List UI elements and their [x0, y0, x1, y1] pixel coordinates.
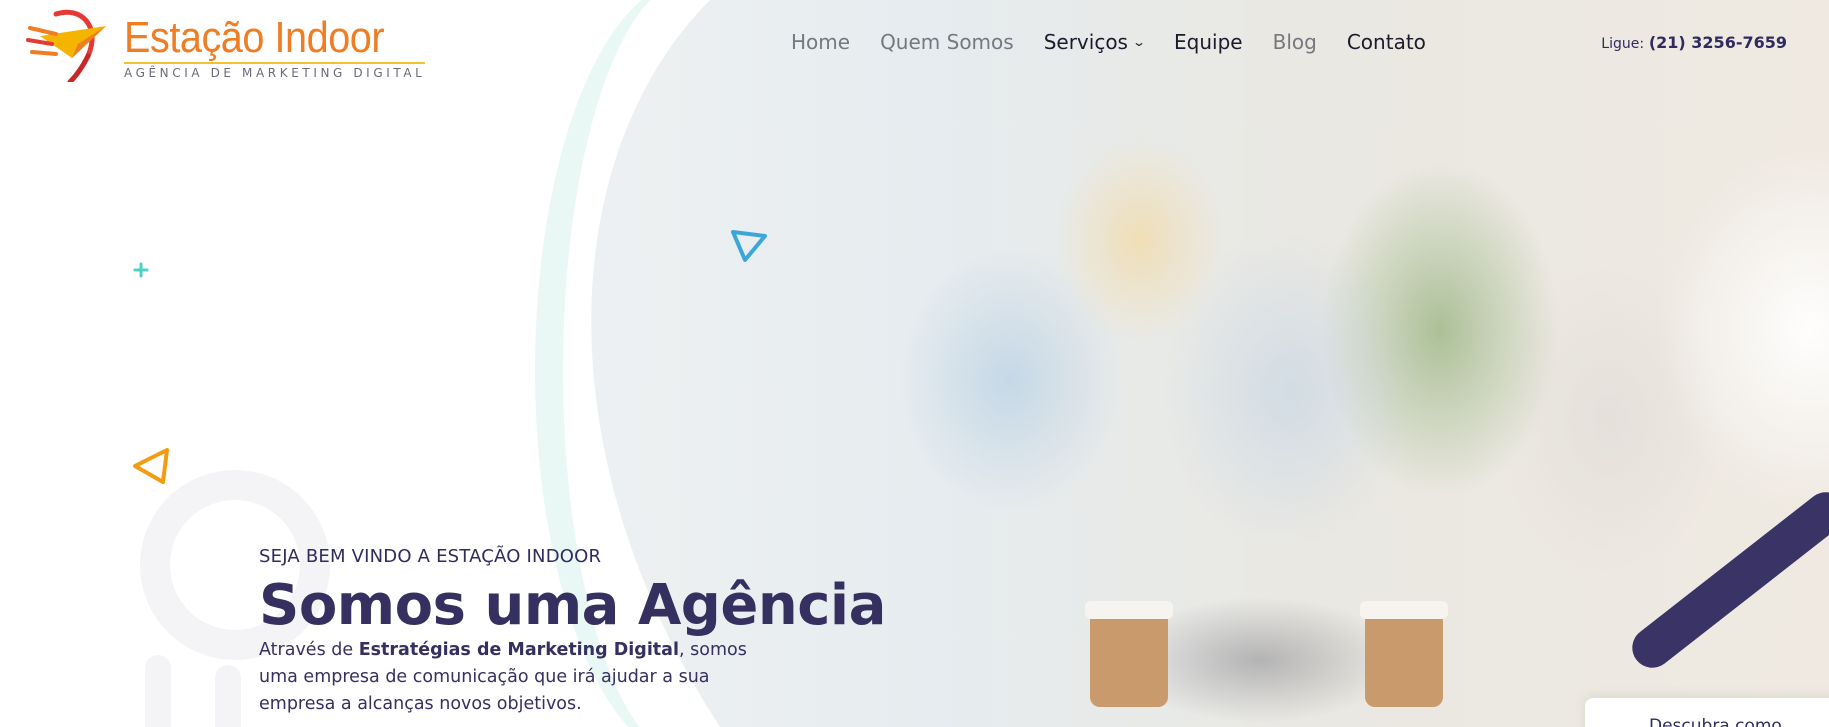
- nav-servicos-label: Serviços: [1043, 30, 1128, 54]
- hero-headline: Somos uma Agência: [259, 573, 886, 638]
- brand-name: Estação Indoor: [124, 13, 385, 62]
- nav-quem-somos[interactable]: Quem Somos: [880, 30, 1014, 54]
- phone-number: (21) 3256-7659: [1648, 33, 1787, 52]
- plus-decoration-icon: [133, 262, 149, 278]
- brand-logo[interactable]: Estação Indoor AGÊNCIA DE MARKETING DIGI…: [26, 6, 426, 82]
- hero-desc-prefix: Através de: [259, 640, 359, 660]
- chevron-down-icon: ⌄: [1131, 35, 1147, 49]
- hero-desc-bold: Estratégias de Marketing Digital: [358, 640, 679, 660]
- nav-home[interactable]: Home: [791, 30, 850, 54]
- hero-eyebrow: SEJA BEM VINDO A ESTAÇÃO INDOOR: [259, 546, 602, 567]
- main-nav: Home Quem Somos Serviços ⌄ Equipe Blog C…: [791, 30, 1456, 54]
- phone-contact[interactable]: Ligue: (21) 3256-7659: [1601, 33, 1787, 52]
- hero-description: Através de Estratégias de Marketing Digi…: [259, 637, 779, 718]
- nav-blog[interactable]: Blog: [1273, 30, 1317, 54]
- triangle-decoration-icon: [731, 230, 767, 262]
- coffee-cup-image: [1085, 601, 1173, 707]
- decorative-ghost-bar: [145, 655, 171, 727]
- paper-plane-logo-icon: [26, 9, 106, 82]
- brand-tagline: AGÊNCIA DE MARKETING DIGITAL: [124, 62, 426, 80]
- discover-card-label: Descubra como: [1649, 716, 1782, 727]
- decorative-ghost-bar: [215, 665, 241, 727]
- phone-label: Ligue:: [1601, 36, 1645, 52]
- nav-contato[interactable]: Contato: [1347, 30, 1426, 54]
- nav-servicos[interactable]: Serviços ⌄: [1043, 30, 1147, 54]
- nav-equipe[interactable]: Equipe: [1174, 30, 1243, 54]
- site-header: Estação Indoor AGÊNCIA DE MARKETING DIGI…: [0, 0, 1829, 90]
- hero-content: SEJA BEM VINDO A ESTAÇÃO INDOOR Somos um…: [259, 546, 886, 718]
- discover-card[interactable]: Descubra como: [1585, 698, 1829, 727]
- triangle-decoration-icon: [133, 448, 169, 484]
- coffee-cup-image: [1360, 601, 1448, 707]
